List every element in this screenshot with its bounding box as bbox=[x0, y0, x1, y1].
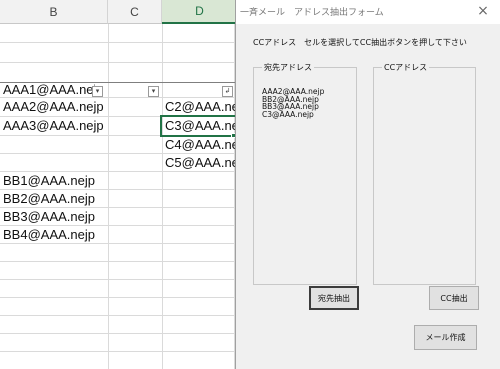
grid-line bbox=[0, 297, 238, 298]
instruction-text: CCアドレス セルを選択してCC抽出ボタンを押して下さい bbox=[253, 38, 467, 47]
filter-dropdown-button[interactable]: ▾ bbox=[148, 86, 159, 97]
grid-line bbox=[0, 62, 238, 63]
grid-line bbox=[0, 351, 238, 352]
close-icon[interactable]: × bbox=[476, 2, 490, 20]
grid-line bbox=[0, 261, 238, 262]
grid-line bbox=[0, 279, 238, 280]
grid-line bbox=[162, 24, 163, 369]
column-header-c[interactable]: C bbox=[108, 0, 162, 24]
list-item: C3@AAA.nejp bbox=[262, 109, 314, 119]
to-extract-button[interactable]: 宛先抽出 bbox=[309, 286, 359, 310]
cell-b[interactable]: AAA2@AAA.nejp bbox=[3, 98, 107, 116]
cell-b[interactable]: AAA1@AAA.nejp bbox=[3, 81, 95, 99]
cell-b[interactable]: BB2@AAA.nejp bbox=[3, 190, 107, 208]
to-address-group-label: 宛先アドレス bbox=[262, 62, 314, 73]
selected-cell[interactable] bbox=[160, 115, 240, 137]
cell-b[interactable]: BB4@AAA.nejp bbox=[3, 226, 107, 244]
cell-d[interactable]: C5@AAA.nejp bbox=[165, 154, 235, 172]
grid-line bbox=[0, 333, 238, 334]
title-bar[interactable]: 一斉メール アドレス抽出フォーム × bbox=[236, 0, 500, 24]
cell-d[interactable]: C4@AAA.nejp bbox=[165, 136, 235, 154]
cc-address-group-label: CCアドレス bbox=[382, 62, 430, 73]
column-label-d: D bbox=[195, 4, 204, 18]
dialog-title: 一斉メール アドレス抽出フォーム bbox=[240, 8, 384, 18]
cell-d[interactable]: C2@AAA.nejp bbox=[165, 98, 235, 116]
column-header-d[interactable]: D bbox=[162, 0, 238, 24]
column-label-c: C bbox=[130, 4, 139, 19]
cell-b[interactable]: BB3@AAA.nejp bbox=[3, 208, 107, 226]
extract-form-dialog: 一斉メール アドレス抽出フォーム × CCアドレス セルを選択してCC抽出ボタン… bbox=[235, 0, 500, 369]
to-address-group: 宛先アドレス AAA2@AAA.nejp BB2@AAA.nejp BB3@AA… bbox=[253, 62, 357, 285]
cell-b[interactable]: BB1@AAA.nejp bbox=[3, 172, 107, 190]
grid-line bbox=[0, 42, 238, 43]
filter-applied-button[interactable]: ↲ bbox=[222, 86, 233, 97]
cell-b[interactable]: AAA3@AAA.nejp bbox=[3, 117, 107, 135]
create-mail-button[interactable]: メール作成 bbox=[414, 325, 477, 350]
cc-address-group: CCアドレス bbox=[373, 62, 476, 285]
grid-line bbox=[108, 24, 109, 369]
column-label-b: B bbox=[49, 4, 58, 19]
filter-dropdown-button[interactable]: ▾ bbox=[92, 86, 103, 97]
column-header-b[interactable]: B bbox=[0, 0, 108, 24]
grid-line bbox=[0, 315, 238, 316]
to-address-list[interactable]: AAA2@AAA.nejp BB2@AAA.nejp BB3@AAA.nejp … bbox=[262, 88, 324, 118]
cc-extract-button[interactable]: CC抽出 bbox=[429, 286, 479, 310]
